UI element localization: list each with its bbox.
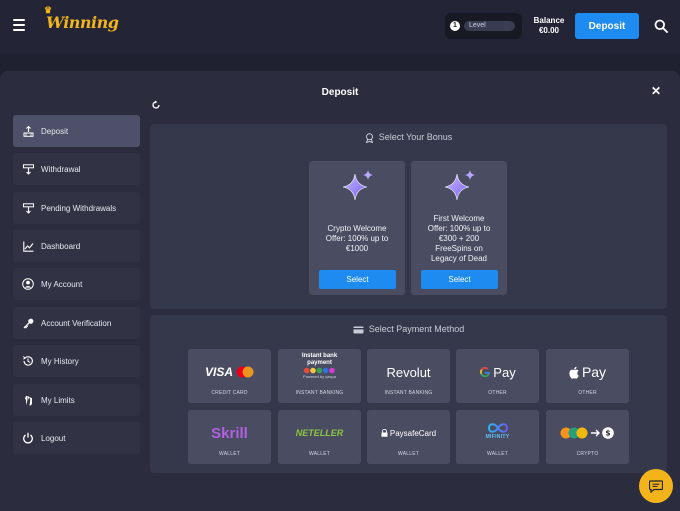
hand-icon bbox=[22, 394, 34, 406]
crypto-logos: $ bbox=[546, 420, 629, 446]
payment-type-label: WALLET bbox=[218, 451, 241, 457]
lock-icon bbox=[381, 429, 388, 437]
sidebar-item-account-verification[interactable]: Account Verification bbox=[13, 307, 140, 339]
payment-method-revolut[interactable]: Revolut INSTANT BANKING bbox=[367, 349, 450, 403]
sidebar-item-label: My History bbox=[41, 356, 79, 366]
sidebar-item-my-limits[interactable]: My Limits bbox=[13, 384, 140, 416]
payment-type-label: OTHER bbox=[578, 390, 597, 396]
sidebar-item-withdrawal[interactable]: Withdrawal bbox=[13, 153, 140, 185]
crypto-icon: $ bbox=[560, 427, 614, 439]
chat-icon bbox=[649, 479, 663, 493]
bonus-text: Crypto Welcome Offer: 100% up to €1000 bbox=[325, 224, 389, 253]
search-icon[interactable] bbox=[654, 19, 668, 33]
medal-icon bbox=[365, 132, 373, 143]
pending-withdrawal-icon bbox=[22, 202, 34, 214]
payment-type-label: WALLET bbox=[308, 451, 331, 457]
deposit-icon bbox=[22, 125, 34, 137]
bonus-heading: Select Your Bonus bbox=[150, 132, 667, 143]
svg-text:$: $ bbox=[605, 429, 610, 438]
power-icon bbox=[22, 432, 34, 444]
chat-button[interactable] bbox=[639, 469, 673, 503]
infinity-icon bbox=[487, 423, 508, 433]
card-icon bbox=[353, 326, 364, 334]
deposit-button[interactable]: Deposit bbox=[575, 13, 639, 39]
sidebar-item-logout[interactable]: Logout bbox=[13, 422, 140, 454]
payment-type-label: CRYPTO bbox=[576, 451, 599, 457]
deposit-modal: Deposit ✕ Deposit Withdrawal Pending Wit… bbox=[0, 71, 680, 511]
mifinity-logo: MIFINITY bbox=[456, 418, 539, 444]
payment-method-google-pay[interactable]: Pay OTHER bbox=[456, 349, 539, 403]
apple-icon bbox=[569, 366, 579, 379]
level-indicator[interactable]: 1 Level bbox=[445, 13, 522, 39]
sidebar-item-deposit[interactable]: Deposit bbox=[13, 115, 140, 147]
mastercard-icon bbox=[236, 366, 254, 378]
chart-icon bbox=[22, 240, 34, 252]
logo[interactable]: ♛ Winning bbox=[44, 6, 119, 32]
google-icon bbox=[480, 367, 491, 378]
payment-method-instant-bank[interactable]: Instant bank payment Powered by yaspa IN… bbox=[278, 349, 361, 403]
payment-type-label: CREDIT CARD bbox=[211, 390, 248, 396]
level-progress-bar: Level bbox=[464, 21, 515, 31]
sidebar-item-label: Logout bbox=[41, 433, 66, 443]
user-icon bbox=[22, 278, 34, 290]
bonus-panel: Select Your Bonus Crypto Welcome Offer: … bbox=[150, 124, 667, 309]
payment-method-mifinity[interactable]: MIFINITY WALLET bbox=[456, 410, 539, 464]
bank-logos-icon bbox=[303, 367, 335, 374]
visa-logo: VISA bbox=[188, 359, 271, 385]
payment-method-visa[interactable]: VISA CREDIT CARD bbox=[188, 349, 271, 403]
close-icon[interactable]: ✕ bbox=[650, 85, 662, 97]
revolut-logo: Revolut bbox=[386, 364, 431, 380]
payment-type-label: WALLET bbox=[397, 451, 420, 457]
sidebar-item-label: Dashboard bbox=[41, 241, 81, 251]
payment-type-label: OTHER bbox=[488, 390, 507, 396]
menu-icon[interactable] bbox=[13, 19, 25, 31]
sidebar-item-my-history[interactable]: My History bbox=[13, 345, 140, 377]
sidebar-item-my-account[interactable]: My Account bbox=[13, 268, 140, 300]
sidebar-item-label: Account Verification bbox=[41, 318, 112, 328]
payment-heading: Select Payment Method bbox=[150, 324, 667, 334]
refresh-icon[interactable] bbox=[151, 100, 161, 110]
sidebar-item-label: My Account bbox=[41, 279, 83, 289]
balance-label: Balance bbox=[533, 16, 565, 25]
sidebar-item-label: Deposit bbox=[41, 126, 69, 136]
apple-pay-logo: Pay bbox=[546, 359, 629, 385]
payment-method-apple-pay[interactable]: Pay OTHER bbox=[546, 349, 629, 403]
payment-type-label: INSTANT BANKING bbox=[295, 390, 344, 396]
withdrawal-icon bbox=[22, 163, 34, 175]
select-bonus-button[interactable]: Select bbox=[421, 270, 498, 289]
bonus-card-first-welcome[interactable]: First Welcome Offer: 100% up to €300 + 2… bbox=[411, 161, 507, 295]
neteller-logo: NETELLER bbox=[295, 428, 344, 438]
history-icon bbox=[22, 355, 34, 367]
skrill-logo: Skrill bbox=[211, 424, 248, 442]
top-bar: ♛ Winning 1 Level Balance €0.00 Deposit bbox=[0, 0, 680, 54]
sidebar-item-dashboard[interactable]: Dashboard bbox=[13, 230, 140, 262]
payment-method-paysafecard[interactable]: PaysafeCard WALLET bbox=[367, 410, 450, 464]
payment-method-neteller[interactable]: NETELLER WALLET bbox=[278, 410, 361, 464]
balance-value: €0.00 bbox=[538, 26, 560, 35]
payment-type-label: INSTANT BANKING bbox=[384, 390, 433, 396]
payment-type-label: WALLET bbox=[486, 451, 509, 457]
payment-method-crypto[interactable]: $ CRYPTO bbox=[546, 410, 629, 464]
select-bonus-button[interactable]: Select bbox=[319, 270, 396, 289]
bonus-text: First Welcome Offer: 100% up to €300 + 2… bbox=[427, 214, 491, 263]
paysafecard-logo: PaysafeCard bbox=[367, 420, 450, 446]
sidebar-item-pending-withdrawals[interactable]: Pending Withdrawals bbox=[13, 192, 140, 224]
bonus-card-crypto[interactable]: Crypto Welcome Offer: 100% up to €1000 S… bbox=[309, 161, 405, 295]
google-pay-logo: Pay bbox=[456, 359, 539, 385]
level-number: 1 bbox=[450, 21, 460, 31]
sparkle-icon bbox=[342, 170, 373, 201]
crown-icon: ♛ bbox=[44, 6, 52, 16]
payment-method-skrill[interactable]: Skrill WALLET bbox=[188, 410, 271, 464]
instant-bank-logo: Instant bank payment Powered by yaspa bbox=[278, 353, 361, 379]
sidebar-item-label: Pending Withdrawals bbox=[41, 203, 117, 213]
sparkle-icon bbox=[444, 170, 475, 201]
modal-title: Deposit bbox=[321, 87, 359, 98]
sidebar-item-label: Withdrawal bbox=[41, 164, 81, 174]
sidebar-item-label: My Limits bbox=[41, 395, 75, 405]
key-icon bbox=[22, 317, 34, 329]
balance: Balance €0.00 bbox=[530, 16, 568, 36]
